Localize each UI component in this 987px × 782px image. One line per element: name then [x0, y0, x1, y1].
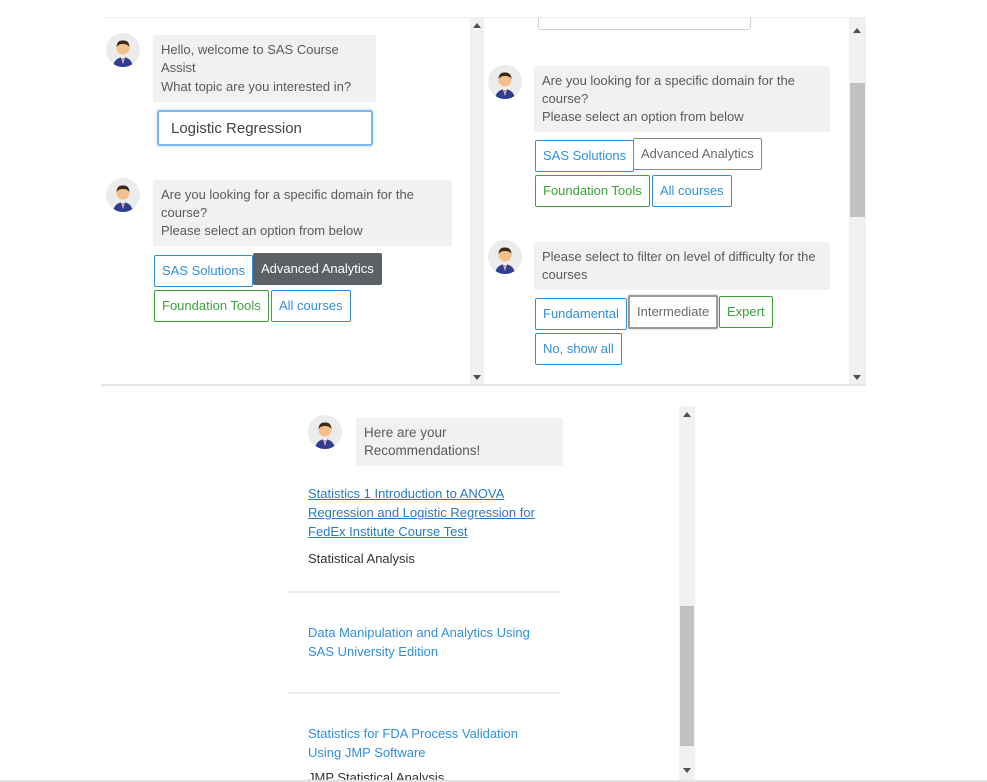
course-link[interactable]: Statistics for FDA Process Validation Us…: [308, 724, 559, 762]
course-card: Data Manipulation and Analytics Using SA…: [289, 623, 559, 694]
domain-option-foundation-tools[interactable]: Foundation Tools: [154, 290, 269, 322]
scroll-thumb[interactable]: [850, 83, 865, 217]
recommendations-heading: Here are your Recommendations!: [356, 418, 563, 466]
difficulty-option-expert[interactable]: Expert: [719, 296, 773, 328]
bot-avatar-icon: [488, 65, 522, 99]
course-category: JMP Statistical Analysis: [308, 770, 445, 780]
course-card: Statistics for FDA Process Validation Us…: [289, 724, 559, 780]
domain-option-all-courses[interactable]: All courses: [652, 175, 732, 207]
domain-option-advanced-analytics[interactable]: Advanced Analytics: [633, 138, 762, 170]
difficulty-option-intermediate[interactable]: Intermediate: [628, 295, 719, 329]
scroll-down-arrow-icon[interactable]: [473, 375, 481, 380]
bot-avatar-icon: [106, 178, 140, 212]
course-category: Statistical Analysis: [308, 551, 415, 566]
scroll-up-arrow-icon[interactable]: [473, 23, 481, 28]
domain-question-bubble: Are you looking for a specific domain fo…: [153, 180, 452, 246]
difficulty-question-bubble: Please select to filter on level of diff…: [534, 242, 830, 290]
course-card: Statistics 1 Introduction to ANOVA Regre…: [289, 484, 559, 593]
domain-option-advanced-analytics[interactable]: Advanced Analytics: [253, 253, 382, 285]
scroll-up-arrow-icon[interactable]: [683, 412, 691, 417]
bot-avatar-icon: [488, 240, 522, 274]
bot-avatar-icon: [106, 33, 140, 67]
topic-input[interactable]: [157, 110, 373, 146]
topic-question-bubble: What topic are you interested in?: [153, 72, 376, 102]
scroll-down-arrow-icon[interactable]: [853, 375, 861, 380]
scroll-up-arrow-icon[interactable]: [853, 28, 861, 33]
recommendations-panel: Here are your Recommendations! Statistic…: [289, 406, 697, 780]
chat-panel-right: Are you looking for a specific domain fo…: [484, 17, 866, 386]
domain-question-bubble: Are you looking for a specific domain fo…: [534, 66, 830, 132]
domain-option-sas-solutions[interactable]: SAS Solutions: [154, 255, 254, 287]
course-link[interactable]: Statistics 1 Introduction to ANOVA Regre…: [308, 484, 559, 541]
scroll-down-arrow-icon[interactable]: [683, 768, 691, 773]
topic-input-partial[interactable]: [538, 18, 751, 30]
difficulty-option-fundamental[interactable]: Fundamental: [535, 298, 627, 330]
difficulty-option-show-all[interactable]: No, show all: [535, 333, 622, 365]
domain-option-all-courses[interactable]: All courses: [271, 290, 351, 322]
domain-option-sas-solutions[interactable]: SAS Solutions: [535, 140, 635, 172]
left-scrollbar[interactable]: [470, 18, 484, 384]
bot-avatar-icon: [308, 415, 342, 449]
chat-panel-left: Hello, welcome to SAS Course Assist What…: [101, 17, 484, 386]
domain-option-foundation-tools[interactable]: Foundation Tools: [535, 175, 650, 207]
right-scrollbar[interactable]: [849, 18, 866, 384]
bottom-scrollbar[interactable]: [679, 406, 695, 780]
scroll-thumb[interactable]: [680, 606, 694, 746]
course-link[interactable]: Data Manipulation and Analytics Using SA…: [308, 623, 559, 661]
